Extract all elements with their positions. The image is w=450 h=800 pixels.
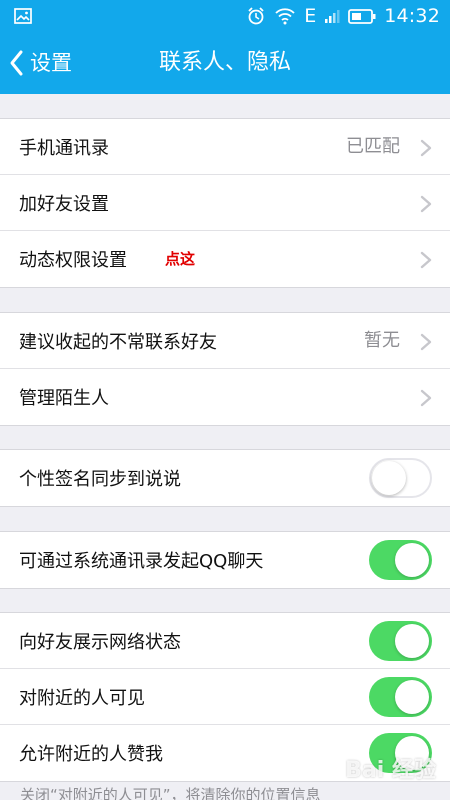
- visible-to-nearby-label: 对附近的人可见: [19, 687, 145, 709]
- visible-to-nearby-row[interactable]: 对附近的人可见: [0, 669, 450, 725]
- inactive-friends-label: 建议收起的不常联系好友: [19, 331, 217, 353]
- status-icons: E 14:32: [246, 0, 440, 32]
- phone-contacts-value: 已匹配: [346, 136, 400, 157]
- add-friend-settings-row[interactable]: 加好友设置: [0, 175, 450, 231]
- feed-permission-settings-row[interactable]: 动态权限设置 点这: [0, 231, 450, 287]
- wifi-icon: [275, 8, 295, 25]
- show-network-status-toggle[interactable]: [369, 621, 432, 661]
- page-title: 联系人、隐私: [158, 50, 291, 75]
- chevron-right-icon: [420, 251, 432, 269]
- navigation-bar: 设置 联系人、隐私: [0, 32, 450, 94]
- show-network-status-label: 向好友展示网络状态: [19, 631, 181, 653]
- signature-sync-row[interactable]: 个性签名同步到说说: [0, 450, 450, 506]
- status-time: 14:32: [384, 5, 440, 27]
- add-friend-settings-label: 加好友设置: [19, 193, 109, 215]
- chevron-right-icon: [420, 333, 432, 351]
- alarm-icon: [248, 7, 264, 25]
- signal-icon: [325, 10, 340, 23]
- toggle-knob: [372, 461, 406, 495]
- visibility-footer-note: 关闭“对附近的人可见”，将清除你的位置信息: [20, 786, 321, 800]
- toggle-knob: [395, 543, 429, 577]
- manage-strangers-label: 管理陌生人: [19, 388, 109, 409]
- signature-sync-toggle[interactable]: [369, 458, 432, 498]
- inactive-friends-row[interactable]: 建议收起的不常联系好友 暂无: [0, 313, 450, 369]
- network-type: E: [304, 5, 317, 27]
- friend-management-group: 建议收起的不常联系好友 暂无 管理陌生人: [0, 312, 450, 426]
- qq-chat-label: 可通过系统通讯录发起QQ聊天: [19, 551, 264, 572]
- contacts-settings-group: 手机通讯录 已匹配 加好友设置 动态权限设置 点这: [0, 118, 450, 288]
- chevron-right-icon: [420, 139, 432, 157]
- qq-contacts-privacy-screen: E 14:32 设置 联系人、隐私 手机通讯录 已匹配 加好友设置 动态权限设置…: [0, 0, 450, 800]
- signature-sync-label: 个性签名同步到说说: [19, 469, 181, 490]
- click-here-note: 点这: [165, 250, 196, 268]
- phone-contacts-label: 手机通讯录: [19, 137, 109, 159]
- feed-permission-settings-label: 动态权限设置: [19, 250, 127, 271]
- image-notification-icon: [14, 8, 32, 24]
- baidu-jingyan-watermark: Bai 经验: [345, 758, 436, 783]
- chevron-right-icon: [420, 195, 432, 213]
- toggle-knob: [395, 680, 429, 714]
- visible-to-nearby-toggle[interactable]: [369, 677, 432, 717]
- allow-nearby-likes-label: 允许附近的人赞我: [19, 744, 163, 765]
- qq-chat-group: 可通过系统通讯录发起QQ聊天: [0, 531, 450, 589]
- status-bar: E 14:32: [0, 0, 450, 32]
- inactive-friends-value: 暂无: [364, 330, 400, 351]
- signature-sync-group: 个性签名同步到说说: [0, 449, 450, 507]
- toggle-knob: [395, 624, 429, 658]
- manage-strangers-row[interactable]: 管理陌生人: [0, 369, 450, 425]
- chevron-right-icon: [420, 389, 432, 407]
- qq-chat-row[interactable]: 可通过系统通讯录发起QQ聊天: [0, 532, 450, 588]
- phone-contacts-row[interactable]: 手机通讯录 已匹配: [0, 119, 450, 175]
- qq-chat-toggle[interactable]: [369, 540, 432, 580]
- battery-icon: [348, 8, 376, 24]
- show-network-status-row[interactable]: 向好友展示网络状态: [0, 613, 450, 669]
